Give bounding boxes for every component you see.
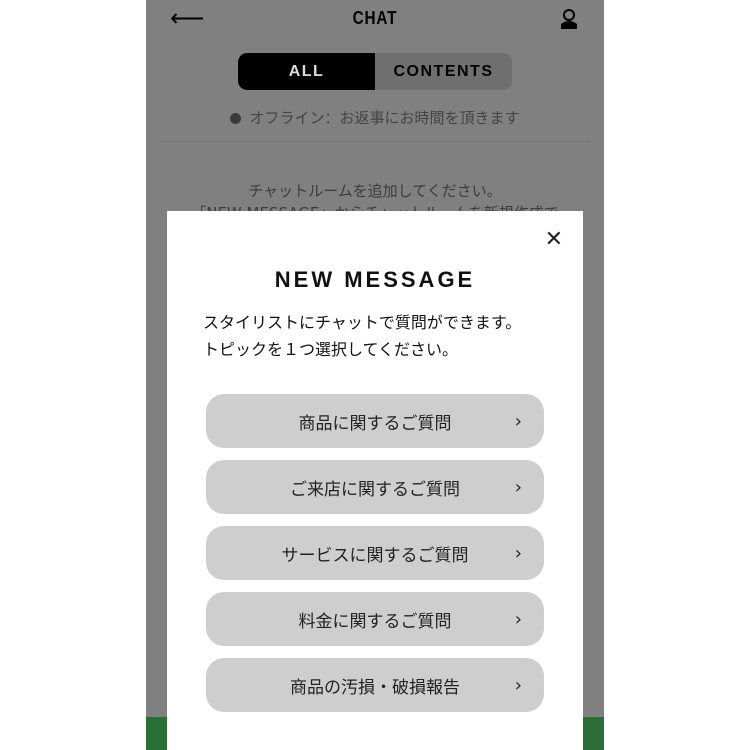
tab-all[interactable]: ALL xyxy=(238,53,375,90)
topic-option[interactable]: 料金に関するご質問 › xyxy=(206,592,544,646)
chevron-right-icon: › xyxy=(514,674,522,696)
modal-description: スタイリストにチャットで質問ができます。 トピックを１つ選択してください。 xyxy=(203,309,521,363)
modal-title: NEW MESSAGE xyxy=(274,267,476,292)
option-label: 商品に関するご質問 xyxy=(298,413,452,434)
status-label: オフライン：お返事にお時間を頂きます xyxy=(249,109,520,127)
empty-line-1: チャットルームを追加してください。 xyxy=(248,182,502,200)
tab-contents[interactable]: CONTENTS xyxy=(375,53,512,90)
chevron-right-icon: › xyxy=(514,608,522,630)
topic-option[interactable]: ご来店に関するご質問 › xyxy=(206,460,544,514)
option-label: 商品の汚損・破損報告 xyxy=(290,677,460,698)
chevron-right-icon: › xyxy=(514,476,522,498)
close-icon[interactable]: ✕ xyxy=(545,227,563,252)
topic-option[interactable]: 商品の汚損・破損報告 › xyxy=(206,658,544,712)
option-label: 料金に関するご質問 xyxy=(298,611,452,632)
topic-option[interactable]: サービスに関するご質問 › xyxy=(206,526,544,580)
tab-switcher: ALL CONTENTS xyxy=(238,53,512,90)
desc-line-1: スタイリストにチャットで質問ができます。 xyxy=(203,313,522,332)
page-title: CHAT xyxy=(352,8,398,28)
user-icon[interactable] xyxy=(560,9,578,29)
topic-option[interactable]: 商品に関するご質問 › xyxy=(206,394,544,448)
status-text: オフライン：お返事にお時間を頂きます xyxy=(146,107,604,128)
status-dot-icon xyxy=(230,113,242,124)
chevron-right-icon: › xyxy=(514,410,522,432)
option-label: サービスに関するご質問 xyxy=(281,545,469,566)
option-label: ご来店に関するご質問 xyxy=(290,479,460,500)
chevron-right-icon: › xyxy=(514,542,522,564)
divider xyxy=(160,141,590,142)
desc-line-2: トピックを１つ選択してください。 xyxy=(203,340,459,359)
new-message-modal: ✕ NEW MESSAGE スタイリストにチャットで質問ができます。 トピックを… xyxy=(167,211,583,750)
